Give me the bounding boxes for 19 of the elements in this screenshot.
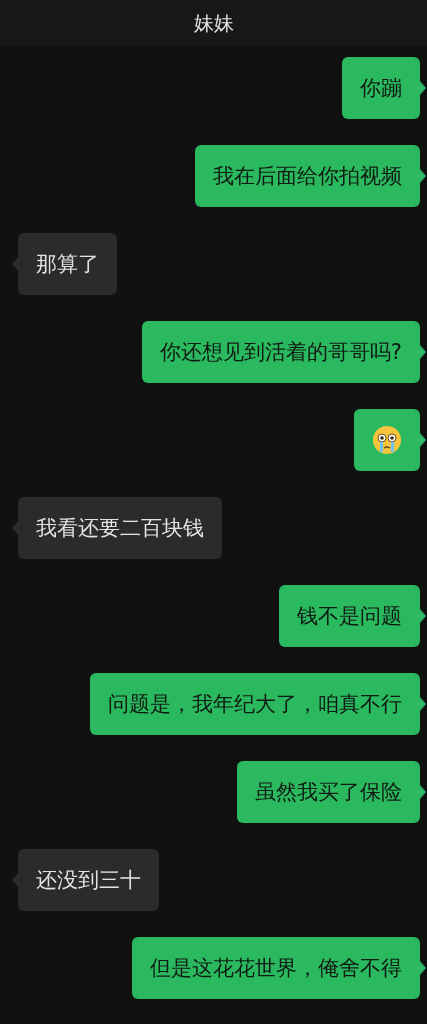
bubble-tail (420, 697, 426, 711)
sent-message: 但是这花花世界，俺舍不得 (132, 937, 420, 999)
bubble-tail (420, 785, 426, 799)
sent-message: 你蹦 (342, 57, 420, 119)
chat-title: 妹妹 (193, 9, 234, 37)
sent-message: 你还想见到活着的哥哥吗? (141, 321, 420, 383)
sent-message: 钱不是问题 (279, 585, 420, 647)
received-message: 那算了 (18, 233, 117, 295)
bubble-tail (420, 345, 426, 359)
bubble-tail (420, 81, 426, 95)
bubble-tail (420, 169, 426, 183)
bubble-tail (420, 609, 426, 623)
bubble-tail (420, 961, 426, 975)
sent-message: 我在后面给你拍视频 (195, 145, 420, 207)
crying-face-icon (372, 425, 402, 455)
sent-message: 虽然我买了保险 (237, 761, 420, 823)
received-message: 我看还要二百块钱 (18, 497, 222, 559)
sent-message: 问题是，我年纪大了，咱真不行 (90, 673, 420, 735)
received-message: 还没到三十 (18, 849, 159, 911)
